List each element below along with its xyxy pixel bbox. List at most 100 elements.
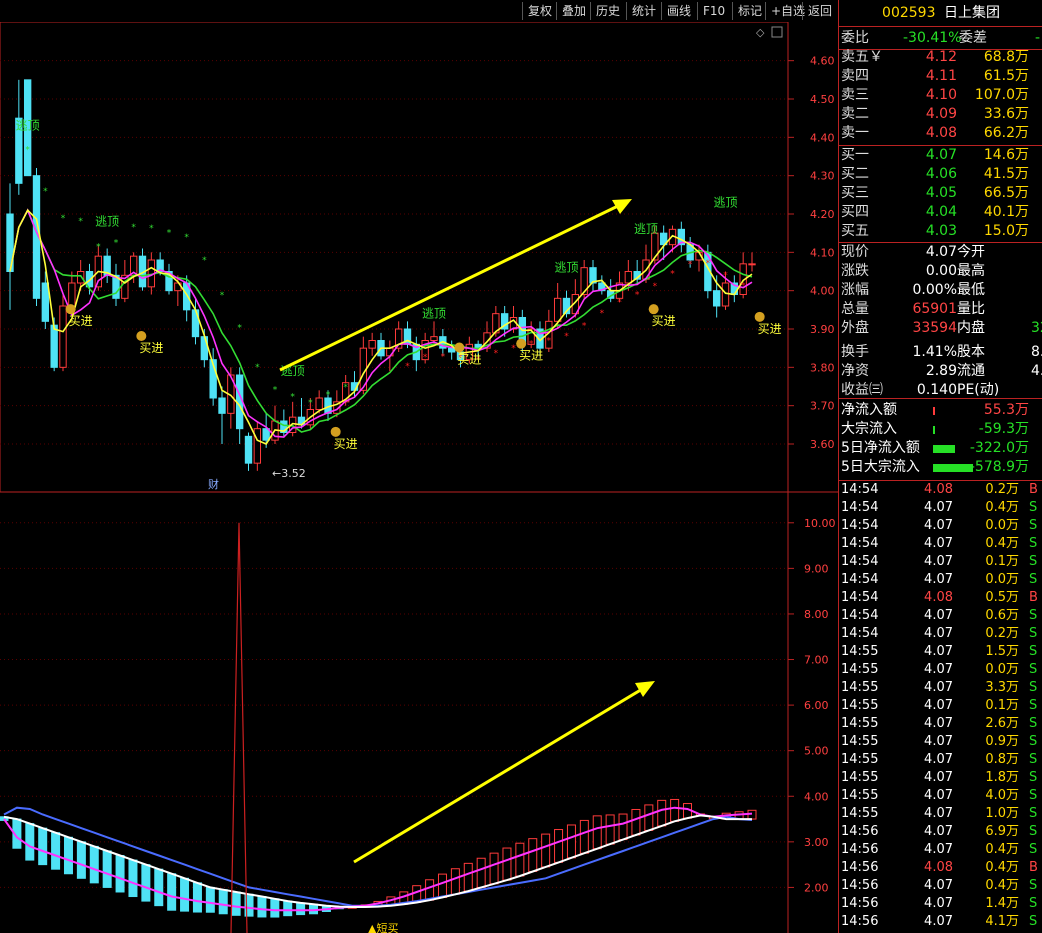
flow-value: -59.3万 xyxy=(978,421,1029,437)
signal-label: 逃顶 xyxy=(634,222,658,236)
tick-row[interactable]: 14:55 4.07 1.8万 S xyxy=(839,769,1042,787)
tick-row[interactable]: 14:55 4.07 0.1万 S xyxy=(839,697,1042,715)
ask-volume: 61.5万 xyxy=(983,68,1029,84)
tick-row[interactable]: 14:54 4.07 0.4万 S xyxy=(839,535,1042,553)
candle-body xyxy=(253,428,262,464)
quote-row: 涨幅 0.00% 最低 xyxy=(839,281,1042,300)
tick-row[interactable]: 14:56 4.08 0.4万 B xyxy=(839,859,1042,877)
bid-label: 买一 xyxy=(841,147,869,163)
bid-volume: 41.5万 xyxy=(983,166,1029,182)
tick-row[interactable]: 14:54 4.07 0.4万 S xyxy=(839,499,1042,517)
bid-label: 买四 xyxy=(841,204,869,220)
indicator-bar xyxy=(128,859,138,898)
quote-row: 换手 1.41%股本 8.6 xyxy=(839,343,1042,362)
quote-value: 65901 xyxy=(912,301,957,317)
candle-body xyxy=(624,271,633,284)
trend-dot: * xyxy=(723,271,728,281)
trend-dot: * xyxy=(184,233,189,243)
quote-value: 32 xyxy=(1031,320,1042,336)
tick-row[interactable]: 14:54 4.07 0.0万 S xyxy=(839,517,1042,535)
toolbar-button-8[interactable]: 返回 xyxy=(802,2,837,20)
stock-title: 002593 日上集团 xyxy=(839,0,1042,27)
tick-row[interactable]: 14:54 4.08 0.5万 B xyxy=(839,589,1042,607)
candle-body xyxy=(59,305,67,368)
ask-row: 卖一 4.08 66.2万 xyxy=(839,124,1042,143)
tick-row[interactable]: 14:54 4.07 0.0万 S xyxy=(839,571,1042,589)
ask-row: 卖三 4.10 107.0万 xyxy=(839,86,1042,105)
quote-row: 净资 2.89流通 4.0 xyxy=(839,362,1042,381)
toolbar-button-4[interactable]: 画线 xyxy=(661,2,696,20)
tick-row[interactable]: 14:56 4.07 6.9万 S xyxy=(839,823,1042,841)
tick-time: 14:54 xyxy=(841,482,879,497)
tick-price: 4.07 xyxy=(924,914,953,929)
tick-price: 4.07 xyxy=(924,662,953,677)
tick-row[interactable]: 14:55 4.07 2.6万 S xyxy=(839,715,1042,733)
tick-row[interactable]: 14:54 4.07 0.1万 S xyxy=(839,553,1042,571)
tick-row[interactable]: 14:55 4.07 4.0万 S xyxy=(839,787,1042,805)
tick-volume: 0.4万 xyxy=(985,860,1019,875)
quote-value: 1.41% xyxy=(912,344,957,360)
indicator-bar xyxy=(592,815,602,850)
flow-row: 5日大宗流入 -578.9万 xyxy=(839,458,1042,477)
indicator-bar xyxy=(515,842,525,877)
indicator-bar xyxy=(554,829,564,863)
toolbar-button-6[interactable]: 标记 xyxy=(732,2,767,20)
tick-row[interactable]: 14:55 4.07 1.5万 S xyxy=(839,643,1042,661)
tick-row[interactable]: 14:55 4.07 0.9万 S xyxy=(839,733,1042,751)
toolbar-button-0[interactable]: 复权 xyxy=(522,2,557,20)
candle-body xyxy=(712,290,721,307)
tick-row[interactable]: 14:55 4.07 0.8万 S xyxy=(839,751,1042,769)
tick-row[interactable]: 14:56 4.07 0.4万 S xyxy=(839,877,1042,895)
tick-row[interactable]: 14:54 4.07 0.2万 S xyxy=(839,625,1042,643)
trend-dot: * xyxy=(670,269,675,279)
ask-row: 卖二 4.09 33.6万 xyxy=(839,105,1042,124)
tick-time: 14:55 xyxy=(841,644,879,659)
indicator-bar xyxy=(231,891,241,916)
quote-value: 0.00% xyxy=(912,282,957,298)
tick-row[interactable]: 14:54 4.07 0.6万 S xyxy=(839,607,1042,625)
candle-body xyxy=(430,336,438,341)
tick-row[interactable]: 14:56 4.07 0.4万 S xyxy=(839,841,1042,859)
quote-value: 4.07 xyxy=(925,244,957,260)
tick-price: 4.07 xyxy=(924,878,953,893)
trend-dot: * xyxy=(343,383,348,393)
indicator-bar xyxy=(76,841,86,879)
tick-row[interactable]: 14:56 4.07 4.1万 S xyxy=(839,913,1042,931)
tick-price: 4.07 xyxy=(924,644,953,659)
main-tick-label: 3.70 xyxy=(810,400,835,413)
tick-row[interactable]: 14:55 4.07 3.3万 S xyxy=(839,679,1042,697)
trend-dot: * xyxy=(237,323,242,333)
toolbar-button-2[interactable]: 历史 xyxy=(590,2,625,20)
quote-value: 8.6 xyxy=(1031,344,1042,360)
indicator-bar xyxy=(489,852,499,885)
money-bag-icon xyxy=(754,311,765,322)
indicator-tick-label: 5.00 xyxy=(804,745,829,758)
trend-dot: * xyxy=(653,282,658,292)
toolbar-button-5[interactable]: F10 xyxy=(697,2,730,20)
tick-side: S xyxy=(1029,608,1038,623)
tick-time: 14:55 xyxy=(841,752,879,767)
trend-dot: * xyxy=(61,214,66,224)
tick-side: S xyxy=(1029,644,1038,659)
tick-price: 4.08 xyxy=(924,860,953,875)
quote-label: 股本 xyxy=(957,344,985,360)
candle-body xyxy=(721,282,730,307)
main-tick-label: 4.20 xyxy=(810,208,835,221)
signal-label: 买进 xyxy=(139,341,163,355)
ask-label: 卖二 xyxy=(841,106,869,122)
signal-label: 逃顶 xyxy=(95,215,119,229)
tick-time: 14:56 xyxy=(841,914,879,929)
tick-row[interactable]: 14:56 4.07 1.4万 S xyxy=(839,895,1042,913)
tick-row[interactable]: 14:54 4.08 0.2万 B xyxy=(839,481,1042,499)
tick-side: S xyxy=(1029,716,1038,731)
signal-label: 买进 xyxy=(652,314,676,328)
toolbar-button-3[interactable]: 统计 xyxy=(626,2,661,20)
ask-price: 4.08 xyxy=(925,125,957,141)
flow-label: 大宗流入 xyxy=(841,421,897,437)
tick-row[interactable]: 14:55 4.07 1.0万 S xyxy=(839,805,1042,823)
tick-row[interactable]: 14:55 4.07 0.0万 S xyxy=(839,661,1042,679)
toolbar-button-1[interactable]: 叠加 xyxy=(556,2,591,20)
candle-body xyxy=(748,263,756,266)
quote-label: 涨幅 xyxy=(841,282,869,298)
indicator-bar xyxy=(579,819,589,854)
